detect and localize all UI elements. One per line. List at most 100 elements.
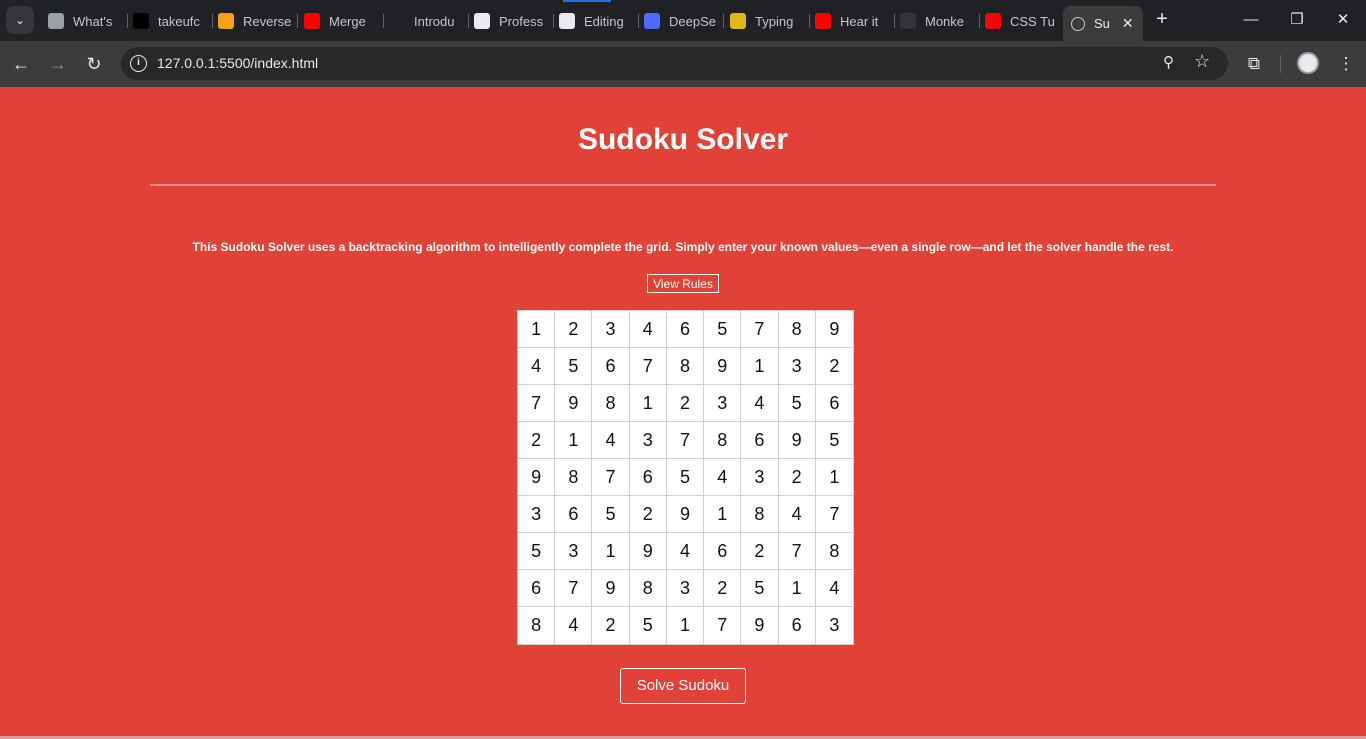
grid-cell-r1-c9[interactable]: 9: [815, 311, 853, 348]
grid-cell-r3-c1[interactable]: 7: [518, 385, 556, 422]
tab-1[interactable]: takeufc: [133, 8, 213, 34]
grid-cell-r6-c8[interactable]: 4: [778, 496, 816, 533]
grid-cell-r4-c3[interactable]: 4: [592, 422, 630, 459]
grid-cell-r8-c1[interactable]: 6: [518, 570, 556, 607]
grid-cell-r1-c1[interactable]: 1: [518, 311, 556, 348]
grid-cell-r1-c4[interactable]: 4: [629, 311, 667, 348]
close-tab-icon[interactable]: ✕: [1122, 15, 1134, 32]
grid-cell-r2-c2[interactable]: 5: [555, 348, 593, 385]
grid-cell-r7-c8[interactable]: 7: [778, 533, 816, 570]
grid-cell-r2-c4[interactable]: 7: [629, 348, 667, 385]
grid-cell-r5-c3[interactable]: 7: [592, 459, 630, 496]
grid-cell-r3-c8[interactable]: 5: [778, 385, 816, 422]
grid-cell-r6-c2[interactable]: 6: [555, 496, 593, 533]
grid-cell-r6-c4[interactable]: 2: [629, 496, 667, 533]
grid-cell-r1-c8[interactable]: 8: [778, 311, 816, 348]
tab-6[interactable]: Editing: [559, 8, 639, 34]
grid-cell-r4-c5[interactable]: 7: [666, 422, 705, 459]
grid-cell-r7-c1[interactable]: 5: [518, 533, 556, 570]
forward-button[interactable]: →: [45, 51, 71, 77]
grid-cell-r4-c9[interactable]: 5: [815, 422, 853, 459]
url-text[interactable]: 127.0.0.1:5500/index.html: [157, 55, 318, 71]
grid-cell-r4-c6[interactable]: 8: [704, 422, 742, 459]
grid-cell-r6-c3[interactable]: 5: [592, 496, 630, 533]
grid-cell-r1-c7[interactable]: 7: [741, 311, 779, 348]
restore-button[interactable]: ❐: [1274, 8, 1320, 32]
grid-cell-r5-c4[interactable]: 6: [629, 459, 667, 496]
grid-cell-r6-c6[interactable]: 1: [704, 496, 742, 533]
grid-cell-r8-c9[interactable]: 4: [815, 570, 853, 607]
grid-cell-r8-c3[interactable]: 9: [592, 570, 630, 607]
grid-cell-r6-c1[interactable]: 3: [518, 496, 556, 533]
grid-cell-r8-c4[interactable]: 8: [629, 570, 667, 607]
tab-2[interactable]: Reverse: [218, 8, 298, 34]
grid-cell-r5-c6[interactable]: 4: [704, 459, 742, 496]
grid-cell-r6-c5[interactable]: 9: [666, 496, 705, 533]
grid-cell-r5-c1[interactable]: 9: [518, 459, 556, 496]
grid-cell-r6-c7[interactable]: 8: [741, 496, 779, 533]
grid-cell-r8-c2[interactable]: 7: [555, 570, 593, 607]
minimize-button[interactable]: —: [1228, 8, 1274, 32]
grid-cell-r9-c2[interactable]: 4: [555, 607, 593, 644]
grid-cell-r9-c9[interactable]: 3: [816, 607, 853, 644]
grid-cell-r2-c9[interactable]: 2: [815, 348, 853, 385]
grid-cell-r5-c8[interactable]: 2: [778, 459, 816, 496]
grid-cell-r5-c9[interactable]: 1: [815, 459, 853, 496]
site-info-icon[interactable]: i: [130, 55, 147, 72]
zoom-icon[interactable]: ⚲: [1163, 53, 1174, 71]
grid-cell-r9-c1[interactable]: 8: [518, 607, 556, 644]
grid-cell-r4-c7[interactable]: 6: [741, 422, 779, 459]
grid-cell-r4-c8[interactable]: 9: [778, 422, 816, 459]
grid-cell-r7-c7[interactable]: 2: [741, 533, 779, 570]
grid-cell-r9-c6[interactable]: 7: [704, 607, 742, 644]
grid-cell-r2-c5[interactable]: 8: [666, 348, 705, 385]
grid-cell-r1-c6[interactable]: 5: [704, 311, 742, 348]
grid-cell-r3-c3[interactable]: 8: [592, 385, 630, 422]
grid-cell-r3-c2[interactable]: 9: [555, 385, 593, 422]
grid-cell-r3-c4[interactable]: 1: [629, 385, 667, 422]
tab-4[interactable]: Introdu: [389, 8, 469, 34]
grid-cell-r7-c6[interactable]: 6: [704, 533, 742, 570]
grid-cell-r8-c7[interactable]: 5: [741, 570, 779, 607]
grid-cell-r8-c5[interactable]: 3: [666, 570, 705, 607]
grid-cell-r3-c5[interactable]: 2: [666, 385, 705, 422]
back-button[interactable]: ←: [8, 51, 34, 77]
grid-cell-r4-c1[interactable]: 2: [518, 422, 556, 459]
grid-cell-r7-c3[interactable]: 1: [592, 533, 630, 570]
menu-kebab-icon[interactable]: ⋮: [1333, 51, 1359, 77]
grid-cell-r5-c7[interactable]: 3: [741, 459, 779, 496]
grid-cell-r9-c3[interactable]: 2: [592, 607, 630, 644]
grid-cell-r1-c3[interactable]: 3: [592, 311, 630, 348]
tab-active[interactable]: Su ✕: [1063, 6, 1143, 41]
grid-cell-r1-c5[interactable]: 6: [666, 311, 705, 348]
profile-avatar[interactable]: [1297, 52, 1319, 74]
tab-search-button[interactable]: ⌄: [6, 6, 34, 34]
address-bar[interactable]: i 127.0.0.1:5500/index.html ⚲ ☆: [121, 47, 1228, 80]
grid-cell-r4-c4[interactable]: 3: [629, 422, 667, 459]
view-rules-button[interactable]: View Rules: [647, 274, 719, 293]
grid-cell-r7-c2[interactable]: 3: [555, 533, 593, 570]
grid-cell-r9-c4[interactable]: 5: [630, 607, 667, 644]
grid-cell-r5-c2[interactable]: 8: [555, 459, 593, 496]
bookmark-star-icon[interactable]: ☆: [1194, 51, 1210, 72]
grid-cell-r7-c5[interactable]: 4: [666, 533, 705, 570]
tab-10[interactable]: Monke: [900, 8, 980, 34]
grid-cell-r8-c8[interactable]: 1: [778, 570, 816, 607]
grid-cell-r5-c5[interactable]: 5: [666, 459, 705, 496]
new-tab-button[interactable]: +: [1152, 8, 1172, 32]
close-window-button[interactable]: ✕: [1320, 8, 1366, 32]
grid-cell-r8-c6[interactable]: 2: [704, 570, 742, 607]
grid-cell-r9-c8[interactable]: 6: [779, 607, 816, 644]
tab-7[interactable]: DeepSe: [644, 8, 724, 34]
grid-cell-r6-c9[interactable]: 7: [815, 496, 853, 533]
tab-5[interactable]: Profess: [474, 8, 554, 34]
grid-cell-r4-c2[interactable]: 1: [555, 422, 593, 459]
tab-11[interactable]: CSS Tu: [985, 8, 1065, 34]
extensions-icon[interactable]: ⧉: [1241, 51, 1267, 77]
grid-cell-r7-c9[interactable]: 8: [815, 533, 853, 570]
tab-0[interactable]: What's: [48, 8, 128, 34]
grid-cell-r2-c1[interactable]: 4: [518, 348, 556, 385]
grid-cell-r1-c2[interactable]: 2: [555, 311, 593, 348]
tab-3[interactable]: Merge: [304, 8, 384, 34]
grid-cell-r9-c5[interactable]: 1: [667, 607, 705, 644]
